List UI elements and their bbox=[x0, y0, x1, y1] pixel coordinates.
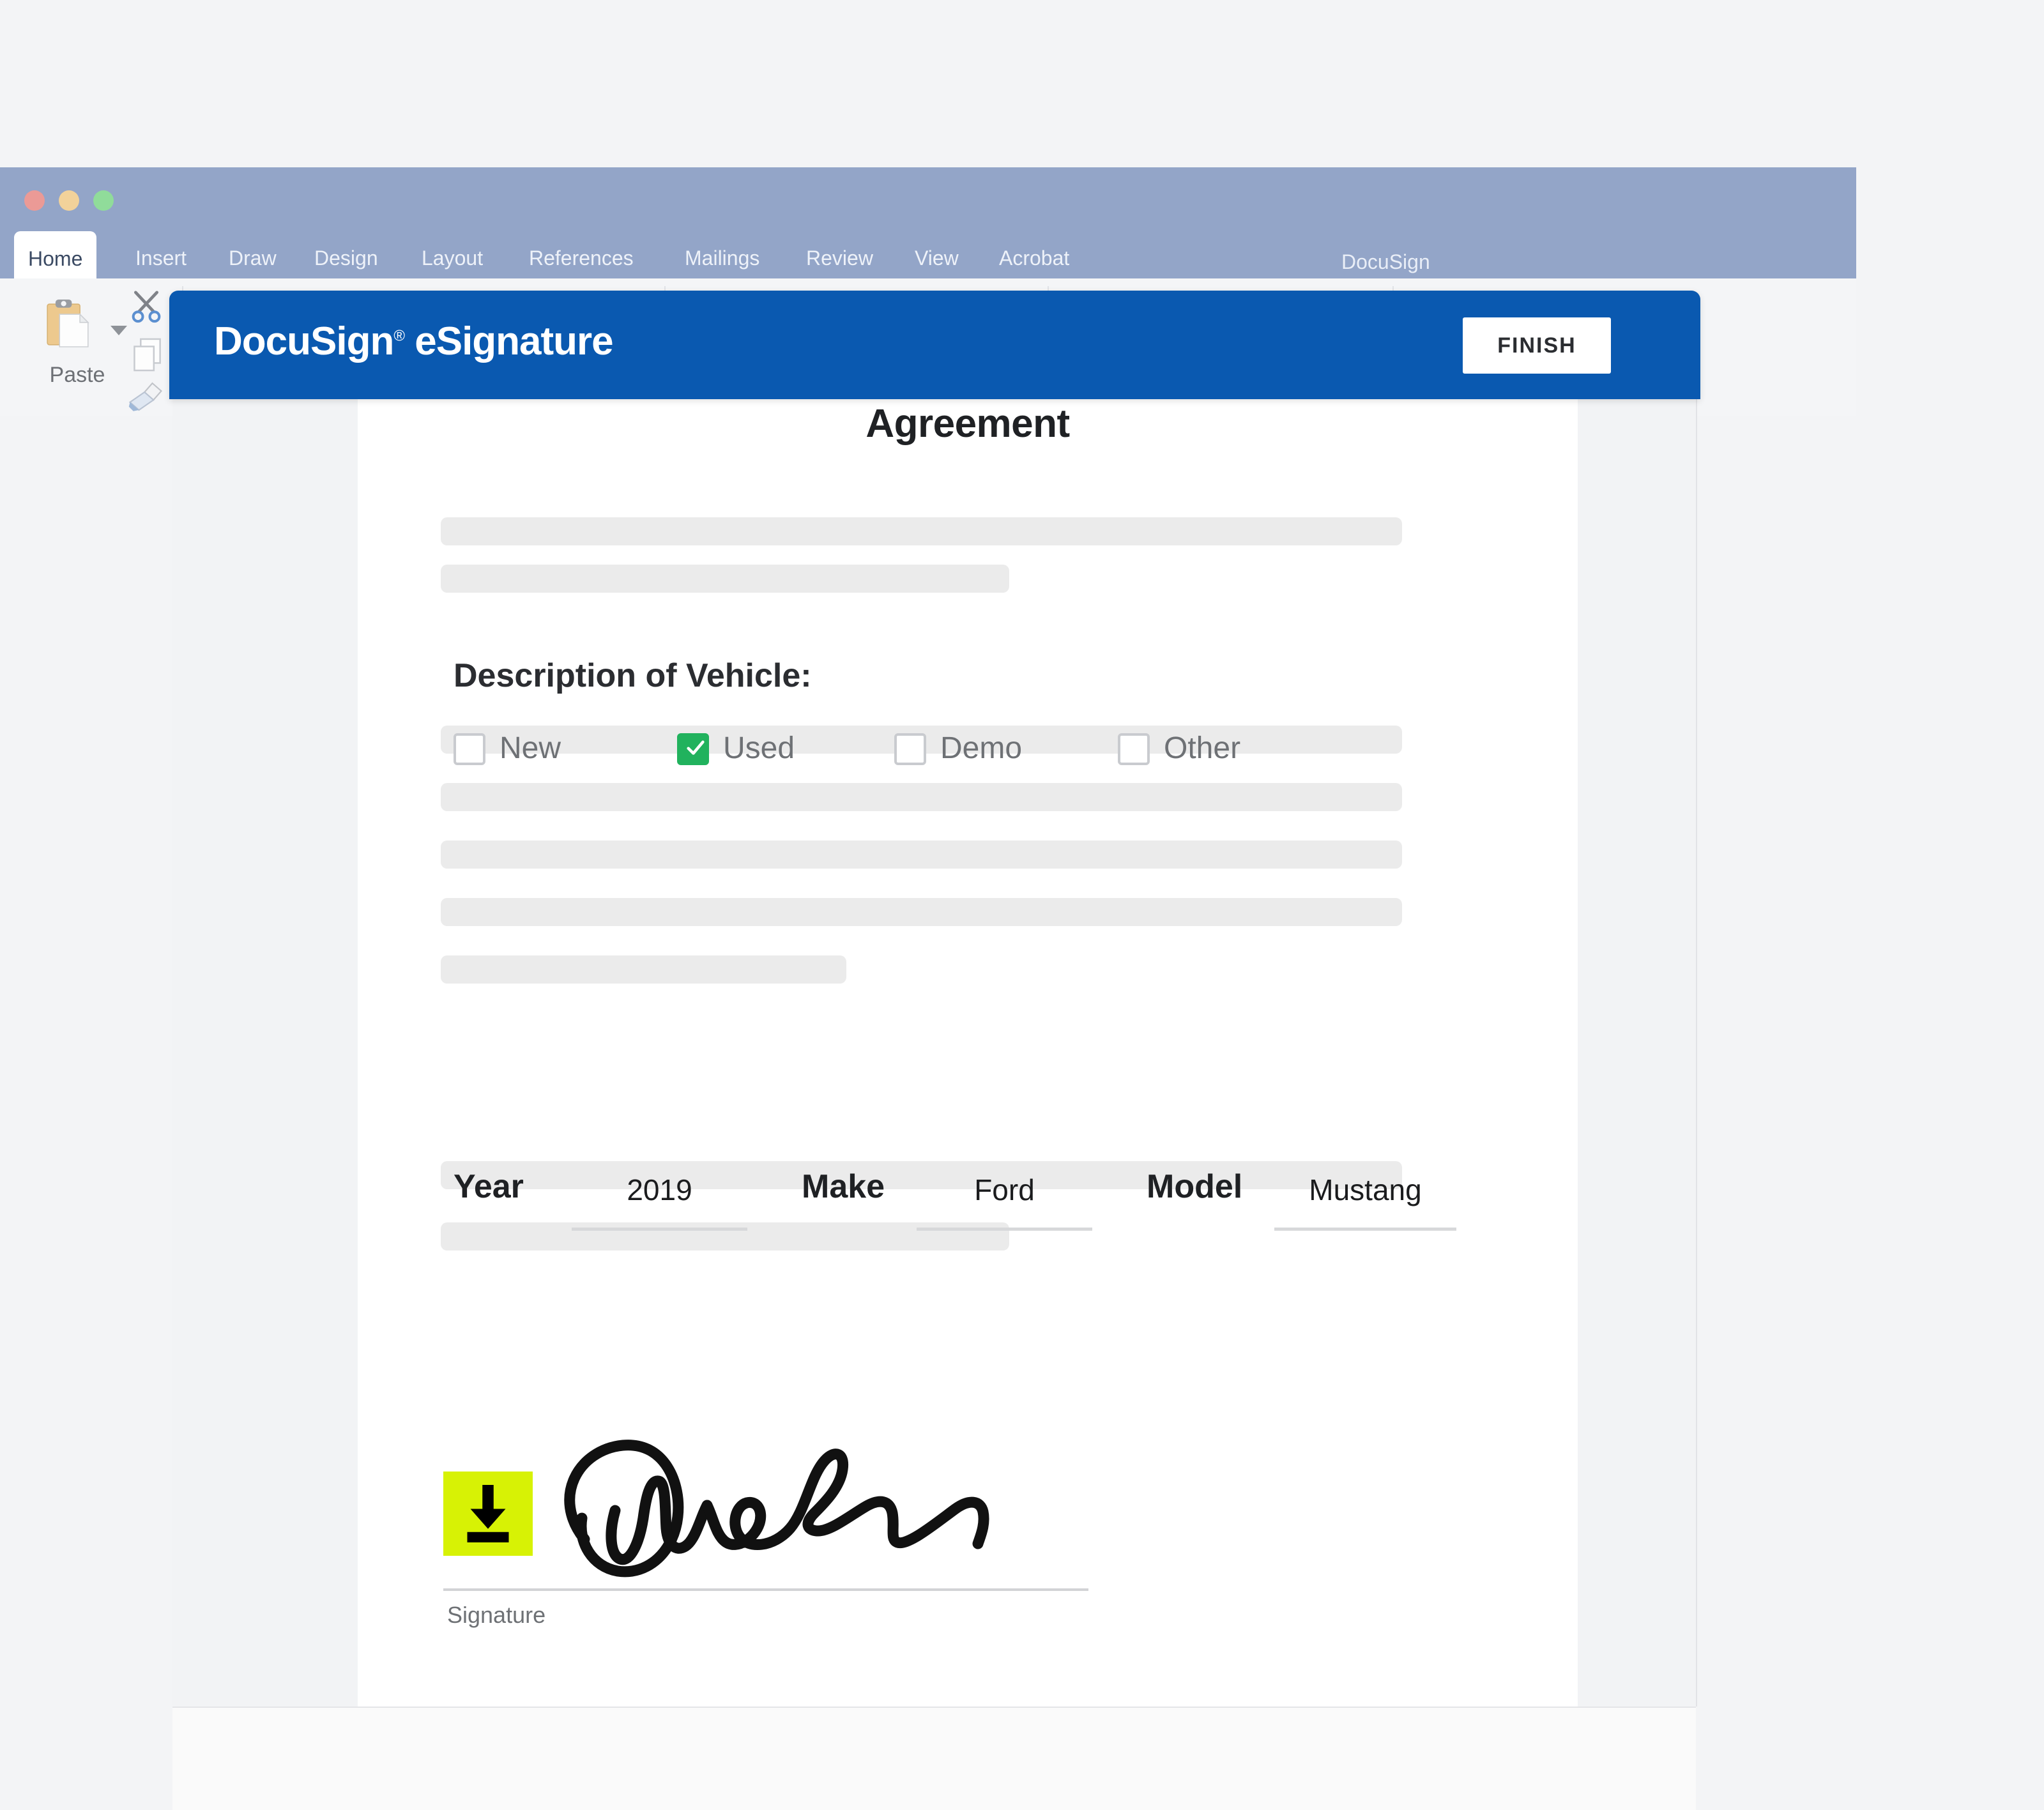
section-heading-description-of-vehicle: Description of Vehicle: bbox=[454, 657, 812, 694]
check-icon bbox=[687, 740, 705, 755]
placeholder-bar bbox=[441, 783, 1402, 811]
vehicle-field-make[interactable]: Ford bbox=[917, 1173, 1092, 1231]
finish-button[interactable]: FINISH bbox=[1463, 317, 1611, 374]
docusign-sign-here-tab[interactable] bbox=[443, 1472, 533, 1556]
vehicle-field-model[interactable]: Mustang bbox=[1274, 1173, 1456, 1231]
ribbon-tab-view[interactable]: View bbox=[915, 239, 959, 278]
placeholder-bar bbox=[441, 840, 1402, 869]
checkbox-new[interactable] bbox=[454, 733, 485, 765]
ribbon-tab-acrobat[interactable]: Acrobat bbox=[999, 239, 1069, 278]
download-arrow-icon bbox=[467, 1485, 509, 1542]
window-close-button[interactable] bbox=[24, 190, 45, 211]
scissors-icon[interactable] bbox=[131, 290, 162, 323]
docusign-product: eSignature bbox=[404, 319, 613, 363]
vehicle-details-row: Year 2019 Make Ford Model Mustang bbox=[454, 1167, 1539, 1238]
ribbon-tab-references[interactable]: References bbox=[529, 239, 634, 278]
ribbon-tab-review[interactable]: Review bbox=[806, 239, 873, 278]
docusign-esignature-bar: DocuSign® eSignature FINISH bbox=[169, 291, 1700, 399]
ribbon-tab-mailings[interactable]: Mailings bbox=[685, 239, 759, 278]
placeholder-bar bbox=[441, 517, 1402, 545]
signature-caption: Signature bbox=[447, 1602, 546, 1628]
paintbrush-icon[interactable] bbox=[128, 382, 164, 411]
docusign-brand: DocuSign bbox=[214, 319, 394, 363]
window-minimize-button[interactable] bbox=[59, 190, 79, 211]
condition-label: Other bbox=[1164, 731, 1241, 765]
checkbox-demo[interactable] bbox=[894, 733, 926, 765]
paste-button-label[interactable]: Paste bbox=[36, 363, 119, 388]
condition-label: Demo bbox=[940, 731, 1023, 765]
vehicle-condition-checkbox-row: New Used Demo Other bbox=[454, 723, 1348, 784]
checkbox-used[interactable] bbox=[677, 733, 709, 765]
condition-label: New bbox=[500, 731, 561, 765]
ribbon-tab-draw[interactable]: Draw bbox=[229, 239, 277, 278]
ribbon-tabstrip: Home Insert Draw Design Layout References Mail… bbox=[0, 231, 1856, 278]
caret-down-icon[interactable] bbox=[111, 326, 127, 335]
placeholder-bar bbox=[441, 898, 1402, 926]
copy-icon[interactable] bbox=[132, 337, 164, 372]
ribbon-tab-docusign[interactable]: DocuSign bbox=[1341, 243, 1430, 282]
vehicle-label-make: Make bbox=[802, 1168, 885, 1205]
signature-rule bbox=[443, 1588, 1088, 1591]
ribbon-tab-design[interactable]: Design bbox=[314, 239, 378, 278]
vehicle-field-year[interactable]: 2019 bbox=[572, 1173, 747, 1231]
placeholder-bar bbox=[441, 565, 1009, 593]
condition-label: Used bbox=[723, 731, 795, 765]
placeholder-bar bbox=[441, 955, 846, 984]
vehicle-label-year: Year bbox=[454, 1168, 524, 1205]
document-title-line-2: Agreement bbox=[866, 402, 1070, 446]
ribbon-tab-home[interactable]: Home bbox=[14, 231, 97, 278]
window-zoom-button[interactable] bbox=[93, 190, 114, 211]
docusign-logo: DocuSign® eSignature bbox=[214, 319, 614, 364]
vehicle-value-make: Ford bbox=[974, 1173, 1035, 1206]
clipboard-icon[interactable] bbox=[45, 296, 90, 353]
window-titlebar bbox=[0, 167, 1856, 239]
registered-mark-icon: ® bbox=[393, 327, 405, 345]
ribbon-tab-layout[interactable]: Layout bbox=[422, 239, 483, 278]
signature-ink[interactable] bbox=[540, 1434, 1044, 1584]
vehicle-value-model: Mustang bbox=[1309, 1173, 1422, 1206]
checkbox-other[interactable] bbox=[1118, 733, 1150, 765]
ribbon-tab-insert[interactable]: Insert bbox=[135, 239, 187, 278]
vehicle-label-model: Model bbox=[1147, 1168, 1243, 1205]
vehicle-value-year: 2019 bbox=[627, 1173, 692, 1206]
next-page-edge bbox=[172, 1707, 1696, 1810]
